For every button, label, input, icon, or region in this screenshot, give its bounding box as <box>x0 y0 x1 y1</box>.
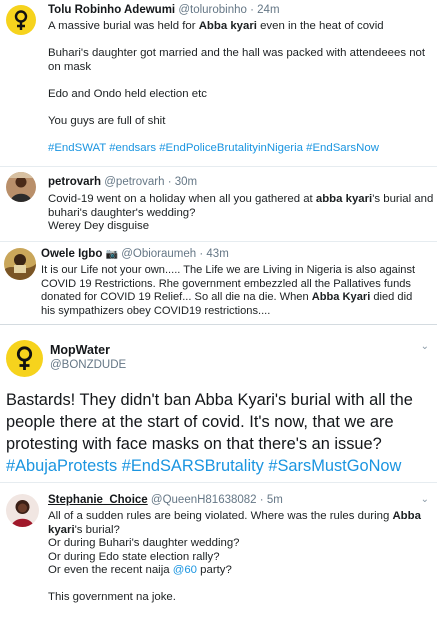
tweet-line: Or during Edo state election rally? <box>48 550 220 563</box>
tweet-body: Covid-19 went on a holiday when all you … <box>48 193 433 234</box>
handle[interactable]: @Obioraumeh <box>121 248 196 260</box>
avatar-mopwater[interactable] <box>6 340 43 377</box>
feminist-symbol-icon <box>14 10 28 30</box>
tweet-line: Or during Buhari's daughter wedding? <box>48 537 240 550</box>
tweet-line: buhari's daughter's wedding? <box>48 206 196 219</box>
display-name[interactable]: petrovarh <box>48 176 101 188</box>
tweet-line: This government na joke. <box>48 591 176 604</box>
tweet-line: people there at the start of covid. It's… <box>6 413 394 431</box>
tweet-body: A massive burial was held for Abba kyari… <box>48 20 433 156</box>
hashtag-links[interactable]: #EndSWAT #endsars #EndPoliceBrutalityinN… <box>48 142 433 156</box>
tweet-header: Stephanie_Choice @QueenH81638082 · 5m <box>48 494 283 506</box>
tweet-body: It is our Life not your own..... The Lif… <box>41 264 435 318</box>
tweet-header: Tolu Robinho Adewumi @tolurobinho · 24m <box>48 4 280 16</box>
chevron-down-icon[interactable]: ⌄ <box>421 341 429 352</box>
display-name[interactable]: Owele Igbo <box>41 248 102 260</box>
tweet-petrovarh[interactable]: petrovarh @petrovarh · 30m Covid-19 went… <box>0 167 437 241</box>
tweet-line: protesting with face masks on that there… <box>6 435 382 453</box>
tweet-body: Bastards! They didn't ban Abba Kyari's b… <box>6 389 434 477</box>
tweet-line: Covid-19 went on a holiday when all you … <box>48 193 434 205</box>
tweet-body: All of a sudden rules are being violated… <box>48 510 433 605</box>
avatar-owele[interactable] <box>4 248 36 280</box>
user-photo <box>6 494 39 527</box>
user-photo <box>6 172 36 202</box>
timestamp[interactable]: · 5m <box>260 494 283 506</box>
avatar-stephanie[interactable] <box>6 494 39 527</box>
tweet-line: kyari's burial? <box>48 523 120 536</box>
feminist-symbol-icon <box>16 346 33 370</box>
avatar-tolu[interactable] <box>6 5 36 35</box>
timestamp[interactable]: · 24m <box>250 4 279 16</box>
handle[interactable]: @QueenH81638082 <box>151 494 257 506</box>
tweet-line: donated for COVID 19 Relief... So all di… <box>41 291 413 304</box>
display-name[interactable]: Tolu Robinho Adewumi <box>48 4 175 16</box>
tweet-line: COVID 19 Restrictions. Rhe government em… <box>41 277 411 290</box>
tweet-line: Buhari's daughter got married and the ha… <box>48 47 426 73</box>
tweet-stephanie[interactable]: Stephanie_Choice @QueenH81638082 · 5m ⌄ … <box>0 486 437 618</box>
separator <box>0 482 437 483</box>
tweet-line: Or even the recent naija @60 party? <box>48 564 232 577</box>
tweet-line: All of a sudden rules are being violated… <box>48 510 421 522</box>
tweet-owele[interactable]: Owele Igbo 📷 @Obioraumeh · 43m It is our… <box>0 242 437 324</box>
tweet-line: Werey Dey disguise <box>48 220 150 233</box>
handle[interactable]: @tolurobinho <box>178 4 247 16</box>
tweet-header: petrovarh @petrovarh · 30m <box>48 176 197 188</box>
tweet-line: Bastards! They didn't ban Abba Kyari's b… <box>6 391 413 409</box>
user-photo <box>4 248 36 280</box>
handle[interactable]: @BONZDUDE <box>50 359 126 371</box>
display-name[interactable]: MopWater <box>50 343 110 357</box>
timestamp[interactable]: · 43m <box>199 248 228 260</box>
mention-link[interactable]: @60 <box>173 564 197 576</box>
emoji-icon: 📷 <box>105 249 118 260</box>
timestamp[interactable]: · 30m <box>168 176 197 188</box>
tweet-line: It is our Life not your own..... The Lif… <box>41 264 416 276</box>
hashtag-links[interactable]: #AbujaProtests #EndSARSBrutality #SarsMu… <box>6 455 434 477</box>
tweet-line: Edo and Ondo held election etc <box>48 87 207 100</box>
avatar-petrovarh[interactable] <box>6 172 36 202</box>
chevron-down-icon[interactable]: ⌄ <box>421 494 429 505</box>
tweet-line: You guys are full of shit <box>48 114 166 127</box>
tweet-header: Owele Igbo 📷 @Obioraumeh · 43m <box>41 248 229 260</box>
handle[interactable]: @petrovarh <box>104 176 164 188</box>
tweet-line: his sympathizers obey COVID19 restrictio… <box>41 304 271 317</box>
display-name[interactable]: Stephanie_Choice <box>48 494 148 506</box>
tweet-line: A massive burial was held for Abba kyari… <box>48 20 384 32</box>
tweet-mopwater[interactable]: MopWater @BONZDUDE ⌄ Bastards! They didn… <box>0 325 437 480</box>
tweet-tolu[interactable]: Tolu Robinho Adewumi @tolurobinho · 24m … <box>0 0 437 166</box>
